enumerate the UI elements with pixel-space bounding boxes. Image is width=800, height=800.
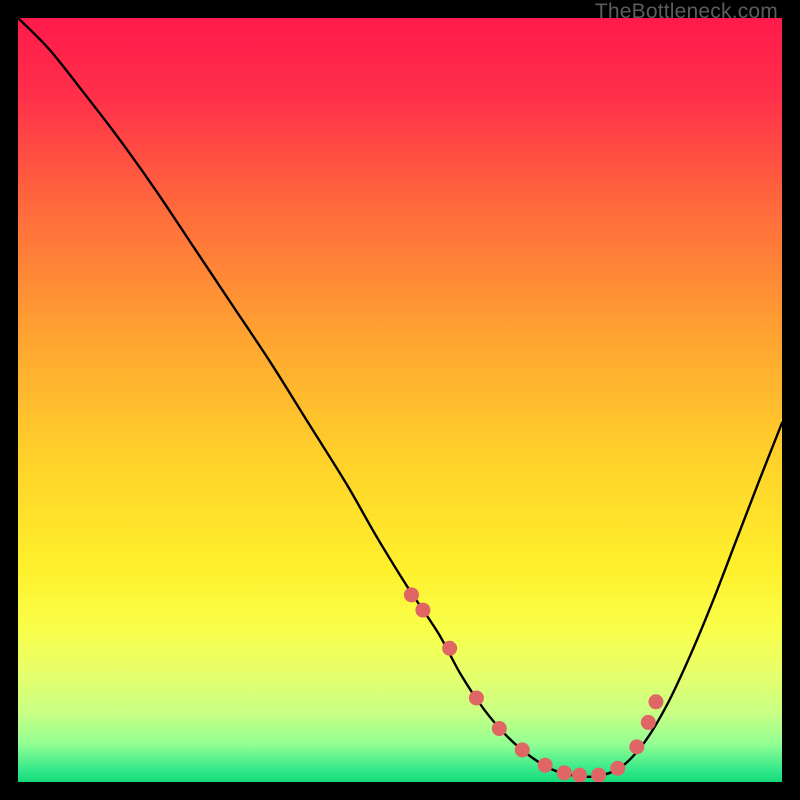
highlight-dot — [629, 739, 644, 754]
highlight-dot — [648, 694, 663, 709]
chart-frame — [18, 18, 782, 782]
highlight-dot — [641, 715, 656, 730]
highlight-dot — [515, 742, 530, 757]
highlight-dot — [442, 641, 457, 656]
highlight-dot — [492, 721, 507, 736]
highlight-dot — [610, 761, 625, 776]
highlight-dot — [557, 765, 572, 780]
watermark-text: TheBottleneck.com — [595, 0, 778, 24]
plot-background — [18, 18, 782, 782]
highlight-dot — [538, 758, 553, 773]
highlight-dot — [404, 587, 419, 602]
highlight-dot — [591, 768, 606, 782]
highlight-dot — [572, 768, 587, 782]
highlight-dot — [415, 603, 430, 618]
highlight-dot — [469, 690, 484, 705]
chart-plot — [18, 18, 782, 782]
